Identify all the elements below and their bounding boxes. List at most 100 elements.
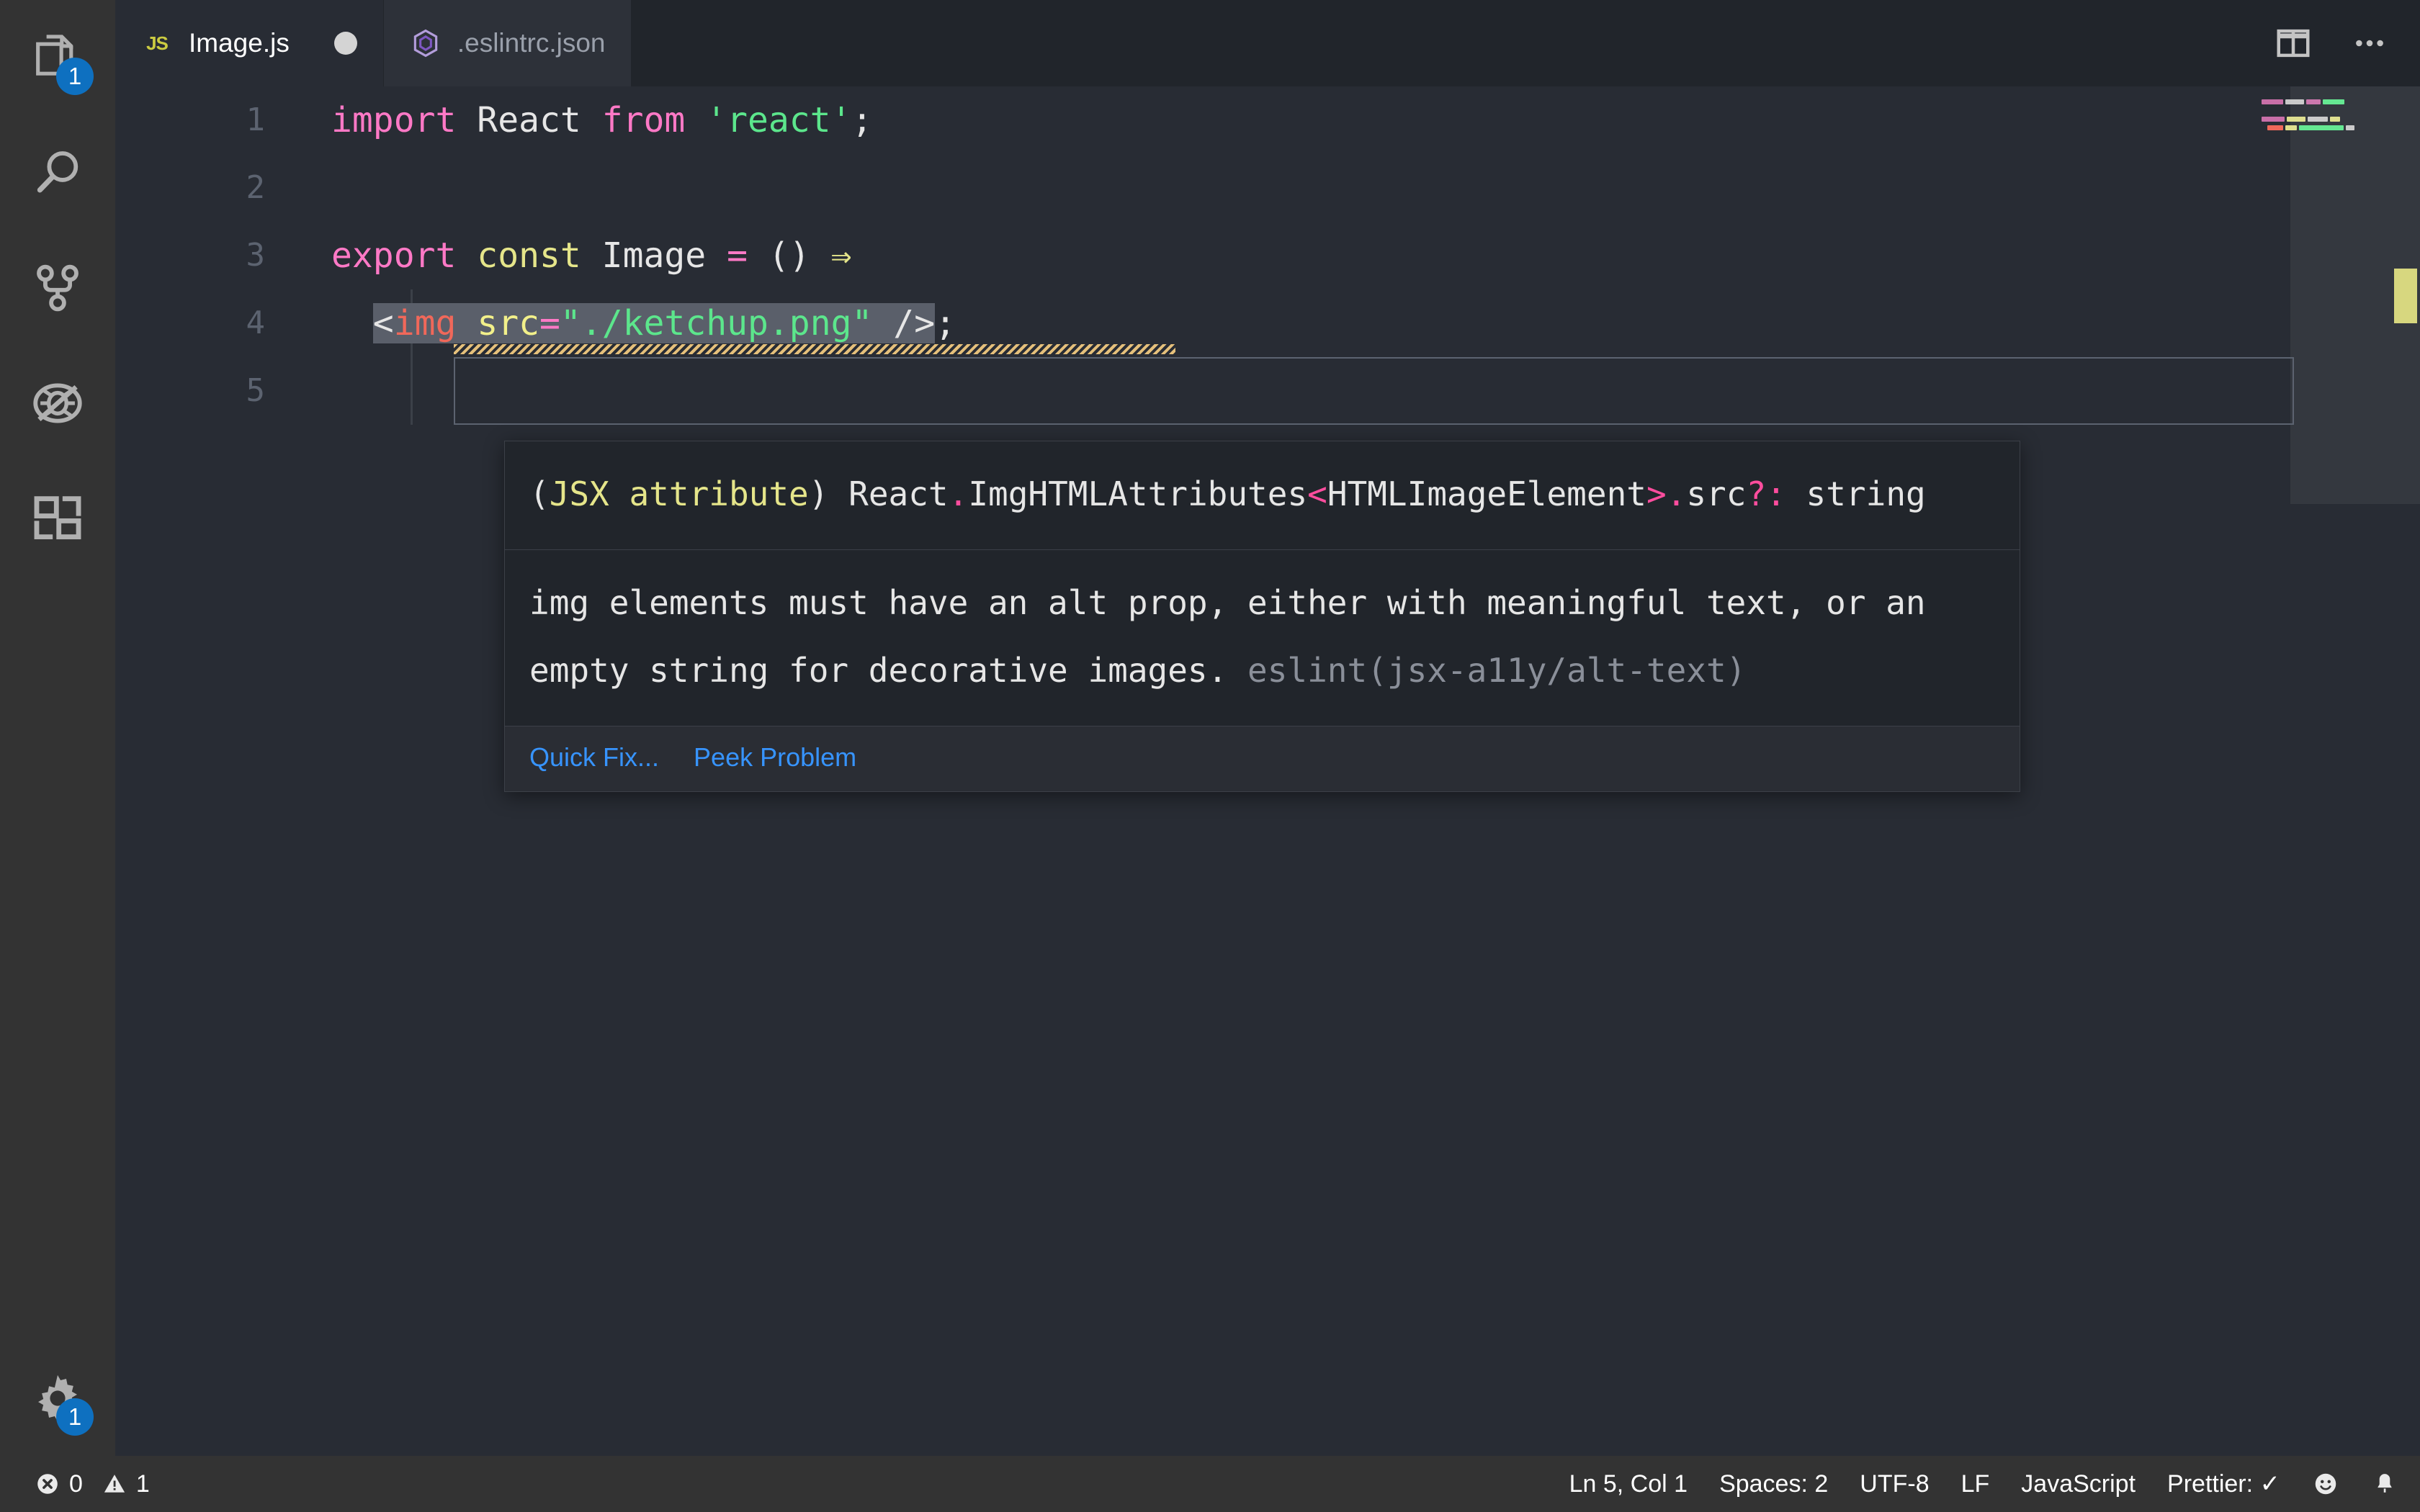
token-identifier: Image [581,235,727,276]
quick-fix-link[interactable]: Quick Fix... [529,742,659,773]
line-number[interactable]: 3 [115,222,331,289]
warning-icon [102,1471,127,1497]
encoding-status[interactable]: UTF-8 [1844,1456,1945,1512]
sig-type: ImgHTMLAttributes [968,474,1308,513]
error-count: 0 [69,1470,83,1498]
ellipsis-icon [2356,40,2383,47]
vscode-window: 1 1 JS Image.js .eslintrc.json 1 import … [0,0,2420,1512]
token-react: React [456,100,602,140]
hover-widget[interactable]: (JSX attribute) React.ImgHTMLAttributes<… [504,441,2020,792]
hover-message-section: img elements must have an alt prop, eith… [505,550,2020,726]
indentation-status[interactable]: Spaces: 2 [1703,1456,1844,1512]
error-icon [35,1471,60,1497]
line-number[interactable]: 2 [115,154,331,222]
token-semicolon: ; [851,100,873,140]
problems-status[interactable]: 0 1 [19,1456,166,1512]
run-debug-icon [33,383,82,423]
code-line-5: 5 [115,357,2420,425]
token-angle-open: < [372,303,394,343]
explorer-badge: 1 [56,58,94,95]
editor-actions [2257,0,2420,86]
more-actions-button[interactable] [2348,22,2391,65]
token-module: 'react' [685,100,852,140]
line-number[interactable]: 4 [115,289,331,357]
sig-generic: HTMLImageElement [1327,474,1646,513]
sig-attribute: attribute [609,474,809,513]
split-editor-button[interactable] [2272,22,2315,65]
editor-body[interactable]: 1 import React from 'react'; 2 3 export … [115,86,2420,1456]
tab-image-js[interactable]: JS Image.js [115,0,384,86]
token-from: from [601,100,686,140]
cursor-position-status[interactable]: Ln 5, Col 1 [1554,1456,1703,1512]
notifications-button[interactable] [2355,1456,2420,1512]
status-bar-left: 0 1 [0,1456,166,1512]
tab-eslintrc-json[interactable]: .eslintrc.json [383,0,632,86]
eol-status[interactable]: LF [1945,1456,2006,1512]
hover-signature: (JSX attribute) React.ImgHTMLAttributes<… [529,460,1995,528]
tab-label: .eslintrc.json [457,28,606,58]
extensions-icon [34,496,81,540]
activity-bar: 1 1 [0,0,115,1456]
sig-value-type: string [1785,474,1926,513]
token-export: export [331,235,457,276]
hover-actions: Quick Fix... Peek Problem [505,726,2020,791]
warning-squiggle [454,344,1175,354]
prettier-status[interactable]: Prettier: ✓ [2151,1456,2296,1512]
line-number[interactable]: 1 [115,86,331,154]
sidebar-item-source-control[interactable] [0,230,115,346]
line-number[interactable]: 5 [115,357,331,425]
token-attr-equals: = [539,303,560,343]
warning-count: 1 [135,1470,150,1498]
source-control-icon [37,264,79,312]
sidebar-item-search[interactable] [0,115,115,230]
status-bar-right: Ln 5, Col 1 Spaces: 2 UTF-8 LF JavaScrip… [1554,1456,2420,1512]
sidebar-item-extensions[interactable] [0,461,115,576]
sidebar-item-manage[interactable]: 1 [0,1341,115,1456]
workbench-body: 1 1 JS Image.js .eslintrc.json 1 import … [0,0,2420,1456]
sig-jsx: JSX [549,474,609,513]
hover-signature-section: (JSX attribute) React.ImgHTMLAttributes<… [505,441,2020,549]
sidebar-item-explorer[interactable]: 1 [0,0,115,115]
token-tag-name: img [393,303,457,343]
token-self-close: /> [872,303,936,343]
smiley-icon [2312,1470,2339,1498]
hover-message: img elements must have an alt prop, eith… [529,569,1995,704]
sig-property: src [1686,474,1747,513]
language-mode-status[interactable]: JavaScript [2005,1456,2151,1512]
token-semicolon: ; [935,303,956,343]
sig-close: ) React [808,474,949,513]
sig-optional: ?: [1746,474,1786,513]
sig-lt: < [1307,474,1327,513]
tab-bar-filler [632,0,2257,86]
editor-group: JS Image.js .eslintrc.json 1 import Reac… [115,0,2420,1456]
bell-icon [2371,1470,2398,1498]
split-editor-icon [2277,29,2310,58]
token-const: const [456,235,581,276]
eslint-file-icon [410,27,442,59]
code-line-1: 1 import React from 'react'; [115,86,2420,154]
sig-dot-1: . [948,474,969,513]
status-bar: 0 1 Ln 5, Col 1 Spaces: 2 UTF-8 LF JavaS… [0,1456,2420,1512]
token-attribute-name: src [477,303,540,343]
sidebar-item-run-and-debug[interactable] [0,346,115,461]
sig-gt: > [1646,474,1667,513]
token-parens: () [747,235,831,276]
manage-badge: 1 [56,1398,94,1436]
line-content: import React from 'react'; [331,86,2420,154]
code-line-2: 2 [115,154,2420,222]
peek-problem-link[interactable]: Peek Problem [694,742,856,773]
token-attribute-value: "./ketchup.png" [560,303,873,343]
search-icon [37,151,79,193]
feedback-button[interactable] [2296,1456,2355,1512]
token-import: import [331,100,457,140]
tab-bar: JS Image.js .eslintrc.json [115,0,2420,86]
sig-lead: ( [529,474,550,513]
line-content: export const Image = () ⇒ [331,222,2420,289]
dirty-indicator-icon[interactable] [333,32,357,55]
sig-dot-2: . [1666,474,1687,513]
hover-rule-id: eslint(jsx-a11y/alt-text) [1247,651,1747,690]
token-arrow: ⇒ [830,235,852,276]
js-file-icon: JS [146,32,169,54]
selection-highlight[interactable]: <img src="./ketchup.png" /> [372,303,936,343]
